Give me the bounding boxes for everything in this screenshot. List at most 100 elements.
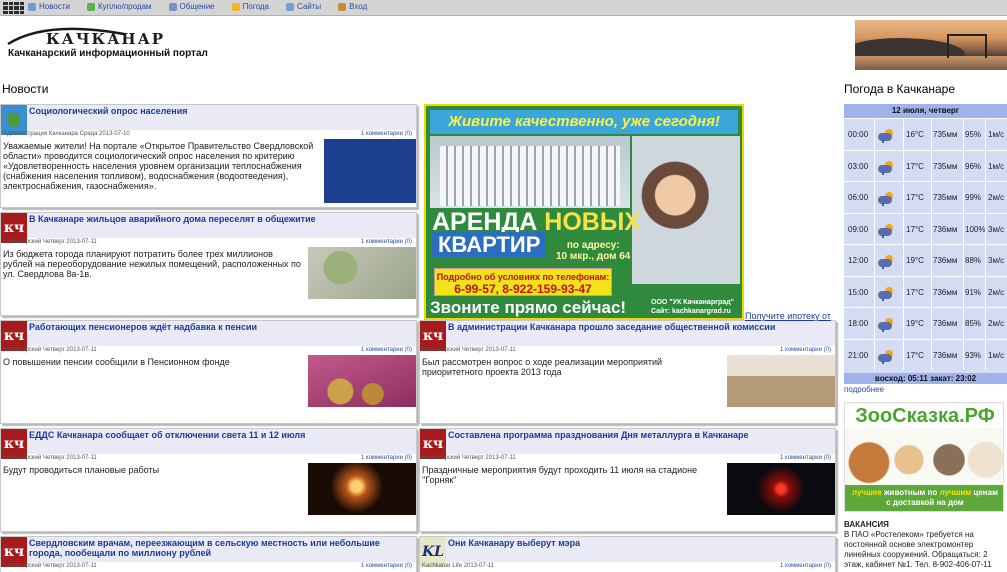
weather-pressure: 736мм: [933, 287, 958, 297]
weather-row: 21:00 17°C 736мм 93% 1м/с: [844, 338, 1007, 371]
news-summary: Будут проводиться плановые работы: [3, 465, 160, 475]
rental-ad-banner[interactable]: Живите качественно, уже сегодня! АРЕНДА …: [424, 104, 744, 320]
news-source-date: Kachkanar Life 2013-07-11: [422, 563, 494, 569]
news-title[interactable]: Свердловским врачам, переезжающим в сель…: [29, 538, 410, 558]
header-landscape-image: [855, 20, 1007, 70]
weather-humidity: 96%: [965, 161, 982, 171]
nav-label: Вход: [349, 2, 368, 11]
login-icon: [338, 2, 347, 11]
news-card[interactable]: кч Работающих пенсионеров ждёт надбавка к…: [0, 320, 417, 424]
weather-row: 00:00 16°C 735мм 95% 1м/с: [844, 118, 1007, 150]
comments-link[interactable]: 1 комментарии (0): [780, 563, 831, 569]
weather-pressure: 735мм: [933, 193, 958, 202]
comments-link[interactable]: 1 комментарии (0): [361, 563, 412, 569]
weather-humidity: 100%: [965, 224, 986, 234]
weather-humidity: 95%: [965, 130, 982, 139]
news-title[interactable]: Социологический опрос населения: [29, 106, 410, 116]
comments-link[interactable]: 1 комментарии (0): [361, 239, 412, 245]
news-thumbnail[interactable]: [308, 463, 416, 515]
sun-icon: [231, 2, 240, 11]
news-title[interactable]: Работающих пенсионеров ждёт надбавка к п…: [29, 322, 410, 332]
nav-label: Куплю/продам: [97, 2, 152, 11]
news-source-date: Качканарский Четверг 2013-07-11: [422, 347, 516, 353]
logo-text: КАЧКАНАР: [46, 30, 166, 48]
menu-grid-icon[interactable]: [3, 2, 24, 14]
news-thumbnail[interactable]: [727, 463, 835, 515]
comments-link[interactable]: 1 комментарии (0): [780, 347, 831, 353]
mortgage-link[interactable]: Получите ипотеку от: [745, 311, 831, 321]
news-title[interactable]: Составлена программа празднования Дня ме…: [448, 430, 829, 440]
weather-temp: 17°C: [906, 224, 924, 234]
site-logo[interactable]: КАЧКАНАР Качканарский информационный пор…: [6, 24, 212, 69]
vacancy-text: В ПАО «Ростелеком» требуется на постоянн…: [844, 530, 992, 569]
news-card-header: кч ЕДДС Качканара сообщает об отключении …: [1, 429, 416, 459]
weather-wind: 1м/с: [988, 350, 1005, 360]
news-thumbnail[interactable]: [727, 355, 835, 407]
weather-time: 15:00: [848, 287, 869, 297]
news-title[interactable]: Они Качканару выберут мэра: [448, 538, 829, 548]
nav-link-0[interactable]: Новости: [28, 2, 70, 11]
news-card[interactable]: кч В администрации Качканара прошло засед…: [419, 320, 836, 424]
news-card[interactable]: Социологический опрос населения Администр…: [0, 104, 417, 208]
nav-link-3[interactable]: Погода: [231, 2, 269, 11]
weather-humidity: 91%: [965, 287, 982, 297]
weather-row: 15:00 17°C 736мм 91% 2м/с: [844, 275, 1007, 308]
news-card[interactable]: кч Составлена программа празднования Дня …: [419, 428, 836, 532]
weather-more-link[interactable]: подробнее: [844, 385, 884, 394]
weather-time: 00:00: [848, 130, 869, 139]
nav-link-2[interactable]: Общение: [168, 2, 215, 11]
news-thumbnail[interactable]: [324, 139, 416, 203]
news-card[interactable]: кч В Качканаре жильцов аварийного дома пе…: [0, 212, 417, 316]
news-card-header: кч Составлена программа празднования Дня …: [420, 429, 835, 459]
comments-link[interactable]: 1 комментарии (0): [361, 347, 412, 353]
weather-widget: 12 июля, четверг 00:00 16°C 735мм 95% 1м/с 03…: [844, 104, 1007, 384]
nav-label: Новости: [39, 2, 70, 11]
ad-phones: Подробно об условиях по телефонам: 6-99-…: [434, 268, 612, 296]
ad-site: ООО "УК Качканарград" Сайт: kachkanargrad…: [651, 299, 734, 315]
news-meta: Администрация Качканара Среда 2013-07-10…: [3, 131, 412, 139]
news-thumbnail[interactable]: [308, 355, 416, 407]
weather-time: 06:00: [848, 193, 869, 202]
weather-pressure: 736мм: [933, 256, 958, 265]
weather-section-title: Погода в Качканаре: [844, 82, 956, 96]
weather-time: 09:00: [848, 224, 869, 234]
zoo-pets-image: [845, 429, 1003, 485]
news-title[interactable]: В Качканаре жильцов аварийного дома пере…: [29, 214, 410, 224]
nav-label: Общение: [179, 2, 215, 11]
comments-link[interactable]: 1 комментарии (0): [361, 131, 412, 137]
news-card[interactable]: KL Они Качканару выберут мэра Kachkanar Li…: [419, 536, 836, 572]
nav-link-4[interactable]: Сайты: [285, 2, 321, 11]
news-meta: Качканарский Четверг 2013-07-11 1 коммент…: [422, 455, 831, 463]
news-meta: Качканарский Четверг 2013-07-11 1 коммент…: [3, 347, 412, 355]
top-bar: Новости Куплю/продам Общение Погода Сайты Вхо…: [0, 0, 1007, 16]
news-card[interactable]: кч ЕДДС Качканара сообщает об отключении …: [0, 428, 417, 532]
weather-wind: 1м/с: [988, 161, 1005, 171]
nav-link-1[interactable]: Куплю/продам: [86, 2, 152, 11]
nav-link-5[interactable]: Вход: [338, 2, 367, 11]
weather-pressure: 735мм: [933, 130, 958, 139]
news-card-header: кч Работающих пенсионеров ждёт надбавка к…: [1, 321, 416, 351]
comments-link[interactable]: 1 комментарии (0): [361, 455, 412, 461]
partly-cloudy-rain-icon: [878, 223, 896, 238]
news-card[interactable]: кч Свердловским врачам, переезжающим в се…: [0, 536, 417, 572]
news-meta: Kachkanar Life 2013-07-11 1 комментарии (…: [422, 563, 831, 571]
news-meta: Качканарский Четверг 2013-07-11 1 коммент…: [422, 347, 831, 355]
news-summary: Праздничные мероприятия будут проходить …: [422, 465, 698, 485]
nav-label: Погода: [242, 2, 269, 11]
news-thumbnail[interactable]: [308, 247, 416, 299]
ad-family-image: [632, 136, 740, 284]
news-title[interactable]: ЕДДС Качканара сообщает об отключении св…: [29, 430, 410, 440]
weather-row: 12:00 19°C 736мм 88% 3м/с: [844, 244, 1007, 276]
zoo-ad-banner[interactable]: ЗооСказка.РФ лучшее животным по лучшим ц…: [844, 402, 1004, 512]
news-source-date: Качканарский Четверг 2013-07-11: [3, 239, 97, 245]
weather-temp: 17°C: [906, 193, 924, 202]
vacancy-title: ВАКАНСИЯ: [844, 520, 889, 529]
news-title[interactable]: В администрации Качканара прошло заседан…: [448, 322, 829, 332]
ad-address: по адресу: 10 мкр., дом 64: [556, 240, 631, 262]
comments-link[interactable]: 1 комментарии (0): [780, 455, 831, 461]
news-source-date: Качканарский Четверг 2013-07-11: [3, 563, 97, 569]
weather-humidity: 85%: [965, 319, 982, 328]
news-meta: Качканарский Четверг 2013-07-11 1 коммент…: [3, 563, 412, 571]
partly-cloudy-rain-icon: [878, 191, 896, 206]
weather-row: 18:00 19°C 736мм 85% 2м/с: [844, 307, 1007, 339]
